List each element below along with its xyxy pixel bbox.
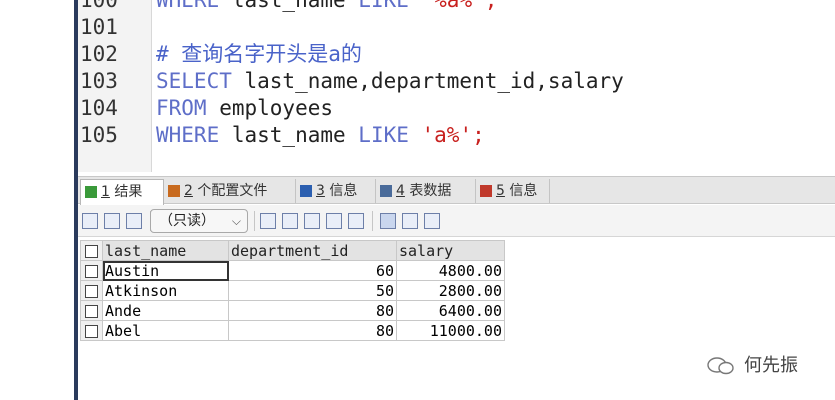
tab-label: 信息 — [504, 183, 538, 199]
code-token: FROM — [156, 96, 207, 120]
tab-3[interactable]: 3 信息 — [296, 179, 376, 203]
code-token: 'a%'; — [408, 123, 485, 147]
code-text: WHERE last_name LIKE 'a%'; — [156, 122, 485, 149]
tab-2[interactable]: 2 个配置文件 — [164, 179, 296, 203]
add-row-icon[interactable] — [260, 213, 276, 229]
result-tabs: 1 结果 2 个配置文件 3 信息 4 表数据 5 信息 — [78, 176, 835, 205]
code-token: last_name,department_id,salary — [231, 69, 624, 93]
table-cell-department-id[interactable]: 80 — [228, 300, 397, 321]
tab-5[interactable]: 5 信息 — [476, 179, 550, 203]
line-number: 101 — [80, 15, 118, 39]
tab-4[interactable]: 4 表数据 — [376, 179, 476, 203]
tab-number: 1 — [101, 184, 110, 200]
code-line[interactable]: 102 # 查询名字开头是a的 — [78, 41, 835, 68]
dropdown-icon[interactable] — [126, 213, 142, 229]
tab-number: 3 — [316, 183, 325, 199]
code-line[interactable]: 101 — [78, 14, 835, 41]
result-toolbar: （只读） ⌵ — [78, 205, 835, 237]
code-token: # 查询名字开头是a的 — [156, 42, 362, 66]
table-row[interactable]: Atkinson 50 2800.00 — [80, 280, 505, 301]
save-icon[interactable] — [304, 213, 320, 229]
line-number: 105 — [80, 123, 118, 147]
table-cell-salary[interactable]: 4800.00 — [396, 260, 505, 281]
column-header[interactable]: salary — [396, 240, 505, 261]
code-line[interactable]: 103 SELECT last_name,department_id,salary — [78, 68, 835, 95]
code-token: SELECT — [156, 69, 232, 93]
code-token: '%a%'; — [408, 0, 498, 12]
grid-header-row: last_name department_id salary — [80, 240, 505, 261]
chevron-down-icon: ⌵ — [231, 214, 241, 228]
form-view-icon[interactable] — [402, 213, 418, 229]
row-checkbox[interactable] — [80, 280, 103, 301]
code-text: WHERE last_name LIKE '%a%'; — [156, 0, 497, 14]
table-cell-department-id[interactable]: 60 — [228, 260, 397, 281]
line-number: 103 — [80, 69, 118, 93]
readonly-select[interactable]: （只读） ⌵ — [150, 209, 248, 233]
column-header[interactable]: last_name — [102, 240, 229, 261]
code-token: WHERE — [156, 123, 220, 147]
wechat-icon — [707, 357, 734, 375]
result-grid-icon — [85, 186, 97, 198]
row-checkbox[interactable] — [80, 260, 103, 281]
cancel-icon[interactable] — [348, 213, 364, 229]
tab-1[interactable]: 1 结果 — [80, 179, 164, 205]
table-row[interactable]: Abel 80 11000.00 — [80, 320, 505, 341]
tab-number: 5 — [496, 183, 505, 199]
code-token: LIKE — [358, 0, 409, 12]
watermark-text: 何先振 — [744, 355, 798, 376]
code-text: FROM employees — [156, 95, 333, 122]
text-view-icon[interactable] — [424, 213, 440, 229]
import-icon[interactable] — [104, 213, 120, 229]
code-token: employees — [206, 96, 334, 120]
table-cell-salary[interactable]: 2800.00 — [396, 280, 505, 301]
table-row[interactable]: Austin 60 4800.00 — [80, 260, 505, 281]
grid-view-icon[interactable] — [380, 213, 396, 229]
table-cell-salary[interactable]: 11000.00 — [396, 320, 505, 341]
code-text: SELECT last_name,department_id,salary — [156, 68, 624, 95]
code-line[interactable]: 100 WHERE last_name LIKE '%a%'; — [78, 0, 835, 14]
table-cell-last-name[interactable]: Austin — [102, 260, 229, 281]
tab-label: 信息 — [324, 183, 358, 199]
table-cell-last-name[interactable]: Abel — [102, 320, 229, 341]
row-checkbox[interactable] — [80, 300, 103, 321]
tab-label: 表数据 — [404, 183, 452, 199]
delete-icon[interactable] — [326, 213, 342, 229]
line-number: 104 — [80, 96, 118, 120]
code-text: # 查询名字开头是a的 — [156, 41, 362, 68]
table-cell-department-id[interactable]: 50 — [228, 280, 397, 301]
toolbar-divider — [254, 211, 255, 231]
line-number: 102 — [80, 42, 118, 66]
table-row[interactable]: Ande 80 6400.00 — [80, 300, 505, 321]
row-checkbox[interactable] — [80, 320, 103, 341]
table-cell-last-name[interactable]: Atkinson — [102, 280, 229, 301]
tab-number: 4 — [396, 183, 405, 199]
profile-icon — [168, 185, 180, 197]
code-token: last_name — [219, 123, 359, 147]
tab-number: 2 — [184, 183, 193, 199]
sql-editor[interactable]: 100 WHERE last_name LIKE '%a%'; 101 102 # 查询… — [78, 0, 835, 172]
code-token: LIKE — [358, 123, 409, 147]
code-line[interactable]: 104 FROM employees — [78, 95, 835, 122]
code-token: WHERE — [156, 0, 220, 12]
duplicate-row-icon[interactable] — [282, 213, 298, 229]
readonly-select-label: （只读） — [159, 213, 215, 229]
result-grid: last_name department_id salary Austin 60 4… — [80, 240, 505, 341]
tab-label: 个配置文件 — [192, 183, 268, 199]
info-icon — [300, 185, 312, 197]
export-icon[interactable] — [82, 213, 98, 229]
select-all-checkbox[interactable] — [80, 240, 103, 261]
column-header[interactable]: department_id — [228, 240, 397, 261]
toolbar-divider — [372, 211, 373, 231]
left-border — [0, 0, 78, 400]
table-cell-department-id[interactable]: 80 — [228, 320, 397, 341]
tab-label: 结果 — [109, 184, 143, 200]
code-line[interactable]: 105 WHERE last_name LIKE 'a%'; — [78, 122, 835, 149]
info-multicolor-icon — [480, 185, 492, 197]
line-number: 100 — [80, 0, 118, 12]
table-cell-last-name[interactable]: Ande — [102, 300, 229, 321]
table-cell-salary[interactable]: 6400.00 — [396, 300, 505, 321]
code-token: last_name — [219, 0, 359, 12]
table-data-icon — [380, 185, 392, 197]
